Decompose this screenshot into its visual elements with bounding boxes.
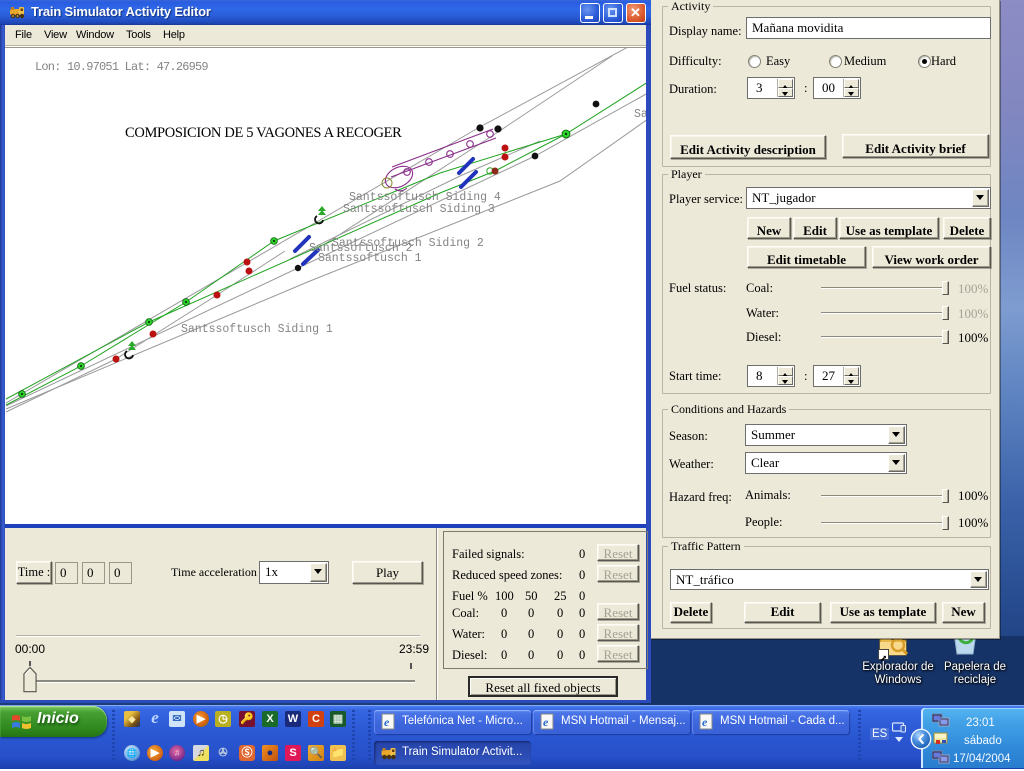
svg-text:COMPOSICION DE 5 VAGONES A REC: COMPOSICION DE 5 VAGONES A RECOGER [125, 125, 402, 141]
svg-text:Sa: Sa [634, 108, 646, 121]
svg-text:Santssoftusch 1: Santssoftusch 1 [318, 252, 422, 265]
svg-text:Santssoftusch Siding 3: Santssoftusch Siding 3 [343, 203, 495, 216]
svg-text:e: e [702, 715, 708, 729]
svg-text:e: e [384, 715, 390, 729]
svg-text:Santssoftusch Siding 1: Santssoftusch Siding 1 [181, 323, 333, 336]
svg-text:Lon: 10.97051 Lat: 47.26959: Lon: 10.97051 Lat: 47.26959 [35, 60, 208, 74]
svg-text:e: e [543, 715, 549, 729]
